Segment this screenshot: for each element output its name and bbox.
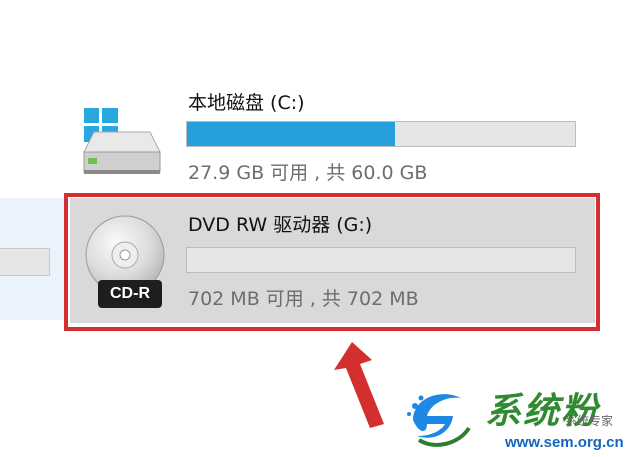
annotation-arrow-icon: [334, 342, 384, 428]
watermark: 系统粉 系统专家 www.sem.org.cn: [405, 380, 640, 457]
watermark-subtitle: 系统专家: [565, 414, 614, 428]
hard-drive-icon: [83, 131, 161, 174]
annotation-highlight-box: [64, 193, 600, 331]
drive-name: 本地磁盘 (C:): [188, 92, 305, 114]
drive-usage-bar: [186, 121, 576, 147]
watermark-url: www.sem.org.cn: [505, 434, 624, 451]
watermark-logo-icon: [407, 394, 471, 447]
drive-item-c[interactable]: 本地磁盘 (C:) 27.9 GB 可用 , 共 60.0 GB: [70, 80, 600, 188]
drive-space-text: 27.9 GB 可用 , 共 60.0 GB: [188, 162, 428, 184]
nav-pane-item[interactable]: [0, 248, 50, 276]
drive-usage-fill: [187, 122, 395, 146]
